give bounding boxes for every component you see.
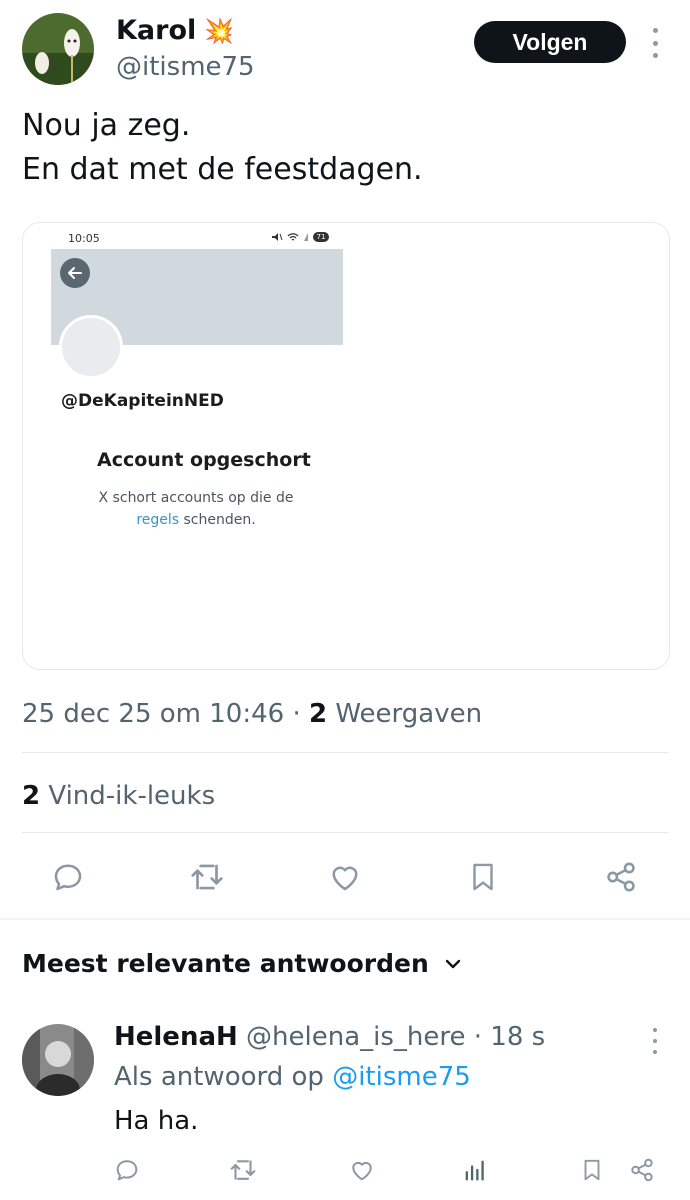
reply-context-prefix: Als antwoord op <box>114 1062 333 1092</box>
divider <box>22 752 668 753</box>
tweet-line: En dat met de feestdagen. <box>22 152 423 187</box>
signal-icon <box>304 233 308 241</box>
likes-label: Vind-ik-leuks <box>40 781 216 811</box>
divider <box>22 832 668 833</box>
display-name-text: Karol <box>116 15 197 46</box>
reply-bookmark-icon[interactable] <box>577 1155 607 1185</box>
tweet-timestamp[interactable]: 25 dec 25 om 10:46 <box>22 699 284 729</box>
views-count: 2 <box>308 699 328 729</box>
replies-sort-dropdown[interactable]: Meest relevante antwoorden <box>22 946 463 982</box>
phone-status-time: 10:05 <box>68 232 100 245</box>
author-display-name[interactable]: Karol 💥 <box>116 14 234 48</box>
reply-time[interactable]: · 18 s <box>466 1022 545 1052</box>
wifi-icon <box>287 233 299 241</box>
reply-icon[interactable] <box>48 857 88 897</box>
rules-link: regels <box>136 512 180 528</box>
bookmark-icon[interactable] <box>463 857 503 897</box>
retweet-icon[interactable] <box>187 857 227 897</box>
tweet-line: Nou ja zeg. <box>22 108 191 143</box>
reply-views-icon[interactable] <box>460 1155 490 1185</box>
reply-author-name[interactable]: HelenaH <box>114 1022 238 1052</box>
separator: · <box>284 699 309 729</box>
mute-icon <box>272 233 283 241</box>
reply-text: Ha ha. <box>114 1106 199 1136</box>
more-options-icon[interactable] <box>644 28 666 58</box>
reply-share-icon[interactable] <box>627 1155 657 1185</box>
suspended-desc-rest: schenden. <box>179 512 256 528</box>
tweet-media-image[interactable]: 10:05 71 @DeKapiteinNED Account opgescho… <box>22 222 670 670</box>
follow-button[interactable]: Volgen <box>474 21 626 63</box>
likes-count: 2 <box>22 781 41 811</box>
suspended-desc-line: X schort accounts op die de <box>98 490 294 506</box>
reply-more-options-icon[interactable] <box>644 1028 666 1054</box>
profile-avatar-placeholder <box>59 315 123 379</box>
reply-mention-link[interactable]: @itisme75 <box>332 1062 471 1092</box>
reply-like-icon[interactable] <box>347 1155 377 1185</box>
views-label: Weergaven <box>327 699 483 729</box>
phone-status-icons: 71 <box>271 232 329 242</box>
explosion-emoji-icon: 💥 <box>204 17 235 45</box>
share-icon[interactable] <box>601 857 641 897</box>
author-avatar[interactable] <box>22 13 94 85</box>
tweet-text: Nou ja zeg. En dat met de feestdagen. <box>22 104 423 192</box>
like-icon[interactable] <box>325 857 365 897</box>
suspended-handle: @DeKapiteinNED <box>61 391 224 411</box>
reply-author-avatar[interactable] <box>22 1024 94 1096</box>
reply-header: HelenaH @helena_is_here · 18 s <box>114 1020 545 1054</box>
author-handle[interactable]: @itisme75 <box>116 52 255 82</box>
reply-retweet-icon[interactable] <box>228 1155 258 1185</box>
likes-row[interactable]: 2 Vind-ik-leuks <box>22 778 215 814</box>
tweet-timestamp-row: 25 dec 25 om 10:46 · 2 Weergaven <box>22 696 482 732</box>
reply-reply-icon[interactable] <box>112 1155 142 1185</box>
back-arrow-icon <box>60 258 90 288</box>
section-divider <box>0 918 690 920</box>
suspended-description: X schort accounts op die de regels schen… <box>83 487 309 531</box>
reply-author-handle[interactable]: @helena_is_here <box>246 1022 465 1052</box>
suspended-title: Account opgeschort <box>97 449 311 471</box>
replies-sort-label: Meest relevante antwoorden <box>22 949 429 978</box>
battery-icon: 71 <box>313 232 329 242</box>
chevron-down-icon <box>445 959 460 969</box>
reply-context: Als antwoord op @itisme75 <box>114 1060 471 1094</box>
